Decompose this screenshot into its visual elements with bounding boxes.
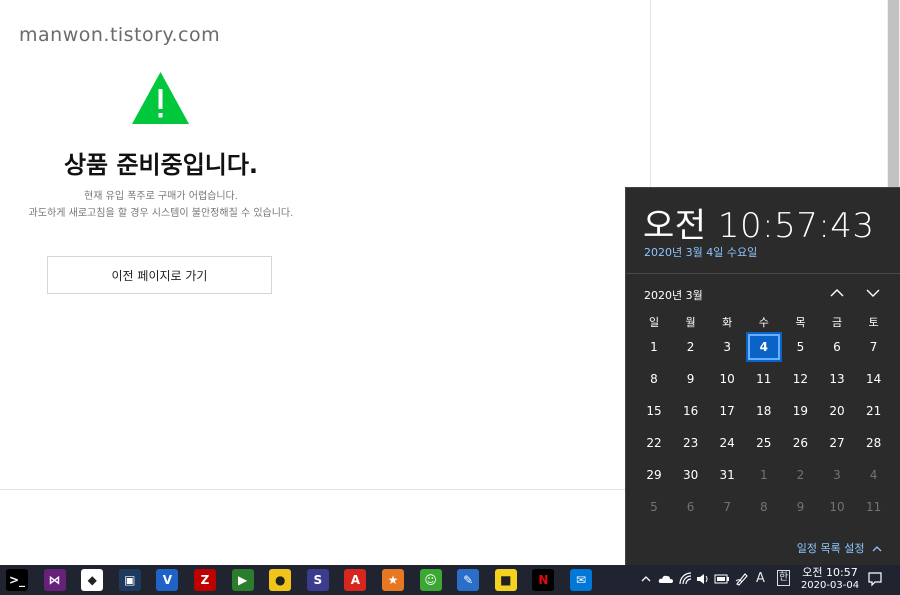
calendar-day[interactable]: 22: [636, 428, 672, 458]
column-divider: [650, 0, 651, 188]
calendar-day[interactable]: 31: [709, 460, 745, 490]
calendar-day[interactable]: 6: [673, 492, 709, 522]
onedrive-cloud-icon[interactable]: [658, 573, 674, 585]
month-label[interactable]: 2020년 3월: [644, 287, 703, 303]
tray-overflow-icon[interactable]: [641, 574, 651, 584]
calendar-day[interactable]: 28: [856, 428, 892, 458]
weekday-header: 금: [831, 316, 843, 329]
calendar-day[interactable]: 7: [709, 492, 745, 522]
ime-mode-indicator[interactable]: A: [756, 571, 765, 586]
calendar-flyout: 오전 10:57:43 2020년 3월 4일 수요일 2020년 3월 일 월 화…: [625, 187, 900, 565]
calendar-day[interactable]: 17: [709, 396, 745, 426]
calendar-day[interactable]: 11: [746, 364, 782, 394]
calendar-day[interactable]: 12: [782, 364, 818, 394]
chevron-down-icon[interactable]: [864, 284, 882, 302]
chevron-up-icon[interactable]: [828, 284, 846, 302]
warning-triangle-icon: [132, 72, 189, 124]
calendar-day[interactable]: 19: [782, 396, 818, 426]
calendar-day[interactable]: 8: [636, 364, 672, 394]
calendar-day[interactable]: 13: [819, 364, 855, 394]
netflix-icon[interactable]: N: [532, 569, 555, 591]
weekday-header: 목: [795, 316, 806, 329]
calendar-day[interactable]: 9: [782, 492, 818, 522]
taskbar-date: 2020-03-04: [800, 580, 860, 591]
calendar-day[interactable]: 5: [782, 332, 818, 362]
calendar-day[interactable]: 2: [673, 332, 709, 362]
calendar-day[interactable]: 26: [782, 428, 818, 458]
page-title: 상품 준비중입니다.: [63, 151, 259, 179]
v-app-icon[interactable]: V: [156, 569, 179, 591]
agenda-label: 일정 목록 설정: [796, 542, 865, 555]
network-wifi-icon[interactable]: [679, 572, 693, 586]
frog-icon[interactable]: ☺: [419, 569, 442, 591]
calendar-day[interactable]: 29: [636, 460, 672, 490]
calendar-day-today[interactable]: 4: [745, 332, 782, 362]
taskbar: >_ ⋈ ◆ ▣ V Z ▶ ● S A ★ ☺ ✎ ■ N ✉ A 한 오전 10:57 2020-03-0…: [0, 565, 900, 595]
acrobat-icon[interactable]: A: [344, 569, 367, 591]
flyout-separator: [626, 273, 900, 274]
calendar-day[interactable]: 9: [673, 364, 709, 394]
calendar-day[interactable]: 2: [782, 460, 818, 490]
calendar-day[interactable]: 8: [746, 492, 782, 522]
taskbar-clock[interactable]: 오전 10:57 2020-03-04: [797, 566, 863, 593]
calendar-day[interactable]: 1: [636, 332, 672, 362]
calendar-day[interactable]: 15: [636, 396, 672, 426]
watermark-text: manwon.tistory.com: [19, 24, 221, 46]
footer-divider: [0, 489, 625, 490]
mail-icon[interactable]: ✉: [570, 569, 592, 591]
clock-display: 오전 10:57:43: [643, 206, 875, 246]
calendar-day[interactable]: 3: [709, 332, 745, 362]
calendar-day[interactable]: 18: [746, 396, 782, 426]
sticky-notes-icon[interactable]: ■: [494, 569, 517, 591]
calendar-day[interactable]: 16: [673, 396, 709, 426]
calendar-day[interactable]: 25: [746, 428, 782, 458]
calendar-day[interactable]: 10: [709, 364, 745, 394]
weekday-header: 수: [758, 316, 769, 329]
volume-icon[interactable]: [696, 572, 710, 586]
back-button[interactable]: 이전 페이지로 가기: [47, 256, 272, 294]
calendar-day[interactable]: 11: [856, 492, 892, 522]
filezilla-icon[interactable]: Z: [194, 569, 216, 591]
unity-icon[interactable]: ◆: [81, 569, 104, 591]
description-line-2: 과도하게 새로고침을 할 경우 시스템이 불안정해질 수 있습니다.: [28, 208, 294, 219]
calendar-day[interactable]: 30: [673, 460, 709, 490]
store-icon[interactable]: ★: [382, 569, 404, 591]
pen-workspace-icon[interactable]: [735, 572, 749, 586]
battery-icon[interactable]: [714, 573, 730, 585]
chevron-up-small-icon: [872, 546, 882, 552]
full-date-link[interactable]: 2020년 3월 4일 수요일: [644, 244, 757, 260]
weekday-header: 화: [722, 316, 733, 329]
calendar-day[interactable]: 3: [819, 460, 855, 490]
calendar-day[interactable]: 10: [819, 492, 855, 522]
calendar-day[interactable]: 4: [856, 460, 892, 490]
weekday-header: 토: [868, 316, 879, 329]
calendar-day[interactable]: 24: [709, 428, 745, 458]
weekday-header: 월: [685, 316, 696, 329]
kakao-icon[interactable]: ●: [269, 569, 292, 591]
pen-app-icon[interactable]: ✎: [457, 569, 480, 591]
media-player-icon[interactable]: ▶: [231, 569, 254, 591]
description-line-1: 현재 유입 폭주로 구매가 어렵습니다.: [84, 191, 238, 202]
weekday-header: 일: [648, 316, 660, 329]
agenda-settings-link[interactable]: 일정 목록 설정: [797, 540, 882, 556]
photos-icon[interactable]: ▣: [118, 569, 141, 591]
visual-studio-icon[interactable]: ⋈: [43, 569, 66, 591]
calendar-day[interactable]: 7: [856, 332, 892, 362]
terminal-icon[interactable]: >_: [6, 569, 28, 591]
taskbar-time: 오전 10:57: [802, 566, 858, 579]
calendar-day[interactable]: 14: [856, 364, 892, 394]
scrollbar-thumb[interactable]: [888, 0, 899, 188]
calendar-day[interactable]: 27: [819, 428, 855, 458]
calendar-day[interactable]: 1: [746, 460, 782, 490]
calendar-day[interactable]: 20: [819, 396, 855, 426]
notification-center-icon[interactable]: [867, 571, 883, 587]
s-app-icon[interactable]: S: [306, 569, 329, 591]
calendar-day[interactable]: 23: [673, 428, 709, 458]
korean-ime-indicator[interactable]: 한: [777, 570, 791, 586]
calendar-day[interactable]: 5: [636, 492, 672, 522]
calendar-day[interactable]: 21: [856, 396, 892, 426]
calendar-day[interactable]: 6: [819, 332, 855, 362]
